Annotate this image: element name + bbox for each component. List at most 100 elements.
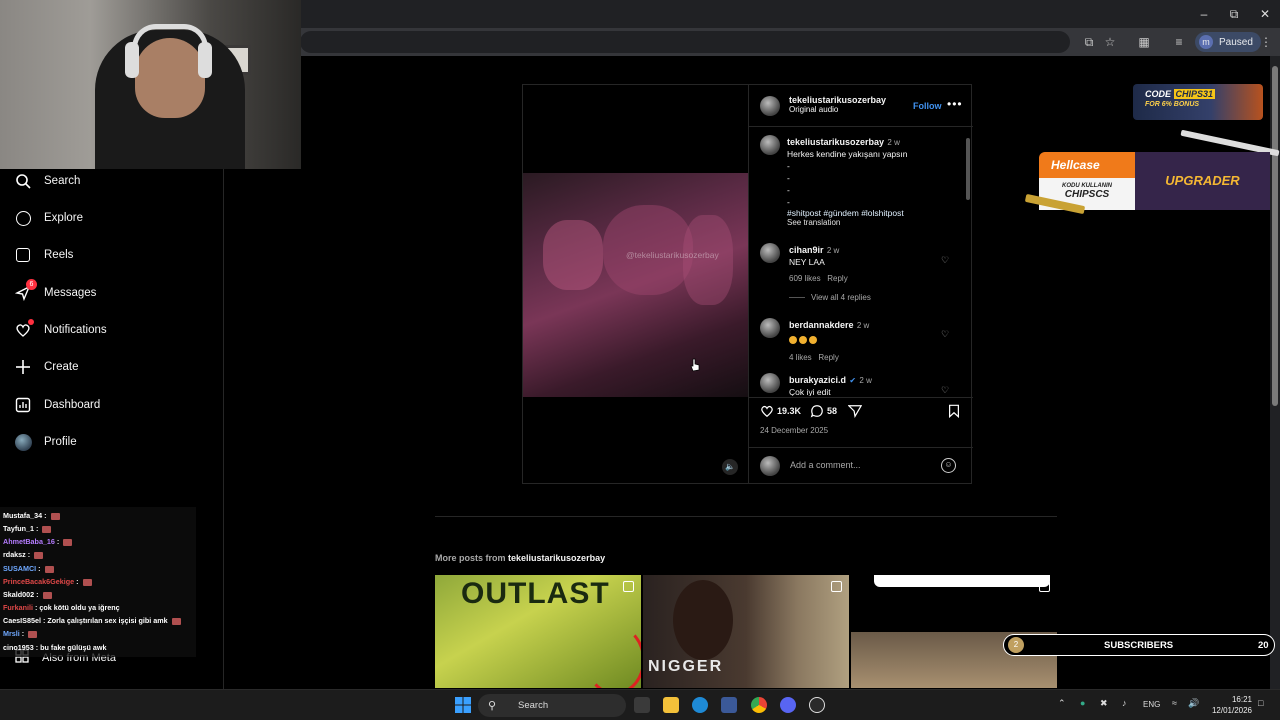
sidebar-item-notifications[interactable]: Notifications	[14, 318, 107, 342]
heart-icon	[761, 405, 773, 418]
author-avatar[interactable]	[760, 135, 780, 155]
install-app-icon[interactable]: ⧉	[1081, 34, 1097, 50]
edge-icon[interactable]	[692, 697, 708, 713]
sidebar-item-label: Explore	[44, 212, 83, 224]
more-post-thumbnail[interactable]: NIGGER	[643, 575, 849, 688]
comment-button[interactable]: 58	[810, 404, 837, 418]
author-avatar[interactable]	[760, 96, 780, 116]
dashboard-icon	[14, 396, 32, 414]
heart-icon	[14, 319, 34, 339]
verified-badge-icon: ✔	[849, 376, 857, 385]
chat-message: Tayfun_1 :	[3, 524, 52, 533]
caption-username[interactable]: tekeliustarikusozerbay	[787, 137, 884, 147]
commenter-avatar[interactable]	[760, 373, 780, 393]
compass-icon	[14, 209, 32, 227]
caption-hashtags[interactable]: #shitpost #gündem #lolshitpost	[787, 208, 957, 218]
see-translation[interactable]: See translation	[787, 218, 957, 227]
reel-indicator-icon	[623, 581, 634, 592]
more-posts-heading: More posts from tekeliustarikusozerbay	[435, 553, 606, 563]
windows-start-icon[interactable]	[455, 697, 471, 713]
hand-cursor-icon	[690, 358, 700, 372]
messenger-icon: 6	[14, 279, 37, 302]
like-count: 19.3K	[777, 406, 802, 416]
like-comment-icon[interactable]: ♡	[941, 255, 949, 266]
more-post-thumbnail[interactable]	[851, 575, 1057, 688]
store-icon[interactable]	[721, 697, 737, 713]
commenter-avatar[interactable]	[760, 318, 780, 338]
hellcase-upgrader: UPGRADER	[1135, 152, 1270, 210]
reel-video[interactable]: @tekeliustarikusozerbay 🔈	[523, 85, 748, 483]
file-explorer-icon[interactable]	[663, 697, 679, 713]
laughing-emoji-icon	[789, 336, 797, 344]
address-bar[interactable]	[300, 31, 1070, 53]
close-icon[interactable]: ✕	[1257, 6, 1273, 22]
plus-icon	[14, 358, 32, 376]
sidebar-item-search[interactable]: Search	[14, 169, 80, 193]
chat-message: rdaksz :	[3, 550, 44, 559]
avatar-icon	[14, 433, 32, 451]
reel-indicator-icon	[1039, 581, 1050, 592]
like-comment-icon[interactable]: ♡	[941, 329, 949, 340]
more-post-thumbnail[interactable]: OUTLAST	[435, 575, 641, 688]
notification-icon[interactable]: □	[1258, 698, 1263, 708]
emoji-icon[interactable]: ☺	[941, 458, 956, 473]
tray-app-icon[interactable]: ●	[1080, 698, 1085, 708]
add-comment-bar: Add a comment... ☺	[749, 447, 973, 483]
follow-button[interactable]: Follow	[913, 101, 942, 111]
comment: burakyazici.d ✔ 2 w Çok iyi edit	[789, 375, 872, 396]
sidebar-item-label: Dashboard	[44, 399, 101, 411]
extensions-icon[interactable]: ▦	[1136, 34, 1152, 50]
chrome-icon[interactable]	[751, 697, 767, 713]
audio-label[interactable]: Original audio	[789, 105, 886, 114]
sidebar-item-reels[interactable]: Reels	[14, 243, 73, 267]
video-watermark: @tekeliustarikusozerbay	[626, 250, 719, 260]
sidebar-item-messages[interactable]: 6 Messages	[14, 279, 96, 305]
media-control-icon[interactable]: ≡	[1171, 34, 1187, 50]
sidebar-item-profile[interactable]: Profile	[14, 430, 77, 454]
volume-icon[interactable]: 🔈	[722, 459, 738, 475]
sidebar-item-explore[interactable]: Explore	[14, 206, 83, 230]
commenter-avatar[interactable]	[760, 243, 780, 263]
language-indicator[interactable]: ENG	[1143, 700, 1160, 709]
author-username[interactable]: tekeliustarikusozerbay	[789, 95, 886, 105]
streamer-webcam	[0, 0, 301, 169]
caption: tekeliustarikusozerbay 2 w Herkes kendin…	[787, 134, 957, 227]
bookmark-star-icon[interactable]: ☆	[1102, 34, 1118, 50]
hellcase-logo: Hellcase	[1039, 152, 1135, 178]
like-comment-icon[interactable]: ♡	[941, 385, 949, 396]
settings-icon[interactable]	[809, 697, 825, 713]
view-replies[interactable]: View all 4 replies	[811, 293, 871, 302]
sponsor-code-banner: CODE CHIPS31 FOR 6% BONUS	[1133, 84, 1263, 120]
tray-network-off-icon[interactable]: ✖	[1100, 698, 1108, 709]
tray-chevron-icon[interactable]: ⌃	[1058, 698, 1066, 709]
menu-kebab-icon[interactable]: ⋮	[1258, 34, 1274, 50]
more-posts-username[interactable]: tekeliustarikusozerbay	[508, 553, 605, 563]
restore-icon[interactable]: ⧉	[1226, 6, 1242, 22]
comments-scrollbar[interactable]	[965, 128, 971, 394]
post-actions: 19.3K 58 24 December 2025	[749, 397, 973, 447]
windows-taskbar: ⚲ Search ⌃ ● ✖ ♪ ENG ≈ 🔊 16:21 12/01/202…	[0, 689, 1280, 720]
taskbar-search[interactable]: ⚲ Search	[478, 694, 626, 717]
discord-icon[interactable]	[780, 697, 796, 713]
sidebar-item-create[interactable]: Create	[14, 355, 79, 379]
save-button[interactable]	[947, 404, 961, 418]
wifi-icon[interactable]: ≈	[1172, 698, 1177, 708]
comments-list: tekeliustarikusozerbay 2 w Herkes kendin…	[749, 128, 973, 396]
notification-dot	[28, 319, 34, 325]
like-button[interactable]: 19.3K	[760, 404, 801, 418]
speaker-icon[interactable]: 🔊	[1188, 698, 1199, 709]
bookmark-icon	[949, 404, 959, 418]
microphone-icon[interactable]: ♪	[1122, 698, 1127, 708]
more-options-icon[interactable]: •••	[947, 97, 963, 111]
profile-button[interactable]: m Paused	[1195, 32, 1261, 52]
caption-time: 2 w	[887, 138, 900, 147]
post-side-panel: tekeliustarikusozerbay Original audio Fo…	[748, 85, 973, 483]
sidebar-item-dashboard[interactable]: Dashboard	[14, 393, 100, 417]
chat-message: cino1953 : bu fake gülüşü awk	[3, 643, 107, 652]
share-icon	[848, 405, 862, 418]
share-button[interactable]	[848, 404, 862, 418]
taskbar-clock[interactable]: 16:21 12/01/2026	[1208, 694, 1252, 716]
add-comment-input[interactable]: Add a comment...	[790, 460, 861, 470]
task-view-icon[interactable]	[634, 697, 650, 713]
minimize-icon[interactable]: –	[1196, 6, 1212, 22]
